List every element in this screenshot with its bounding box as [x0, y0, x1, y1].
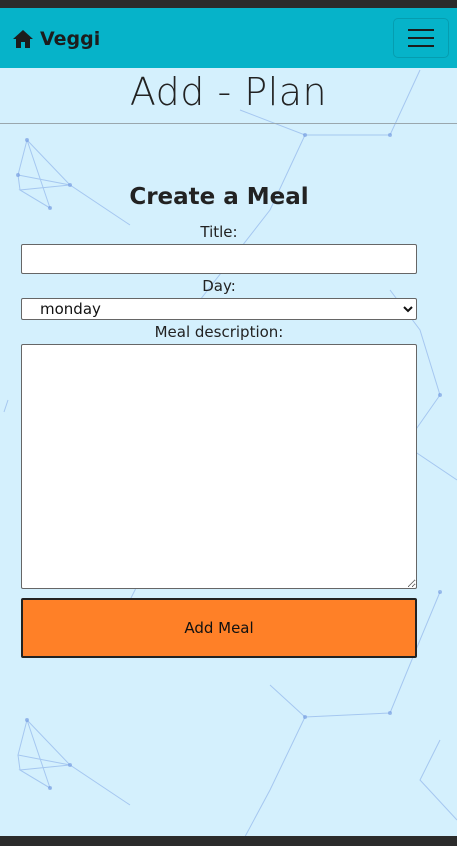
navbar: Veggi [0, 8, 457, 68]
page-title: Add - Plan [129, 70, 328, 114]
brand-label: Veggi [40, 28, 101, 50]
title-label: Title: [200, 223, 238, 241]
brand-link[interactable]: Veggi [12, 26, 100, 52]
hamburger-menu-icon [408, 29, 434, 31]
day-label: Day: [202, 277, 236, 295]
title-divider [0, 123, 457, 124]
home-icon [13, 30, 33, 48]
navbar-toggle-button[interactable] [393, 18, 449, 58]
day-select[interactable]: monday [21, 298, 417, 320]
description-textarea[interactable] [21, 344, 417, 589]
description-label: Meal description: [154, 323, 284, 341]
add-meal-button[interactable]: Add Meal [21, 598, 417, 658]
browser-bottom-bar [0, 836, 457, 846]
title-input[interactable] [21, 244, 417, 274]
hamburger-menu-icon [408, 37, 434, 39]
form-heading: Create a Meal [129, 184, 309, 210]
hamburger-menu-icon [408, 45, 434, 47]
